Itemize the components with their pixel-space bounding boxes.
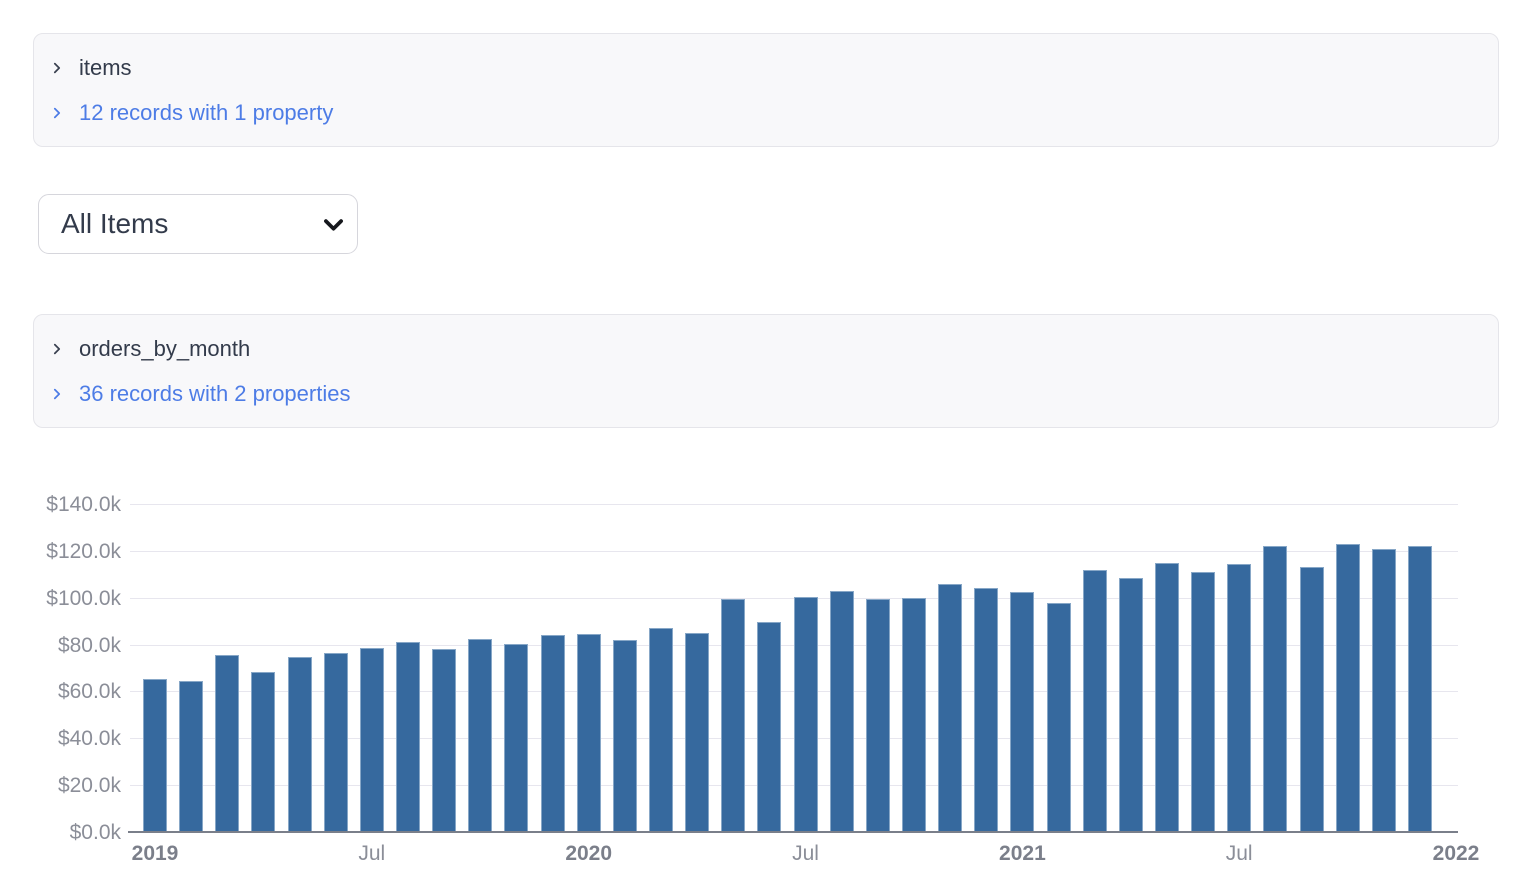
x-axis-tick-label: Jul <box>1225 842 1253 865</box>
y-axis-tick-label: $140.0k <box>46 493 121 516</box>
items-records-link[interactable]: 12 records with 1 property <box>34 90 1498 135</box>
bar-2020-11[interactable] <box>938 584 963 832</box>
items-panel-title: items <box>79 55 132 80</box>
chevron-right-icon <box>50 387 64 401</box>
x-axis-tick-label: 2019 <box>131 842 179 865</box>
bar-2019-03[interactable] <box>215 654 240 832</box>
bar-2019-11[interactable] <box>504 644 529 832</box>
gridline <box>130 550 1458 552</box>
bar-2020-08[interactable] <box>829 590 854 832</box>
x-axis-tick-label: 2020 <box>565 842 613 865</box>
bar-2020-12[interactable] <box>974 588 999 832</box>
y-axis-tick-label: $120.0k <box>46 539 121 563</box>
y-axis-tick-label: $0.0k <box>69 821 121 844</box>
bar-2019-01[interactable] <box>143 678 167 832</box>
items-panel: items 12 records with 1 property <box>33 33 1499 147</box>
orders-panel-header[interactable]: orders_by_month <box>34 326 1498 371</box>
chevron-right-icon <box>50 342 64 356</box>
bar-2021-10[interactable] <box>1335 543 1360 832</box>
items-filter-select[interactable]: All Items <box>38 194 358 254</box>
bar-2019-05[interactable] <box>287 656 312 832</box>
y-axis-tick-label: $100.0k <box>46 586 121 610</box>
bar-2020-10[interactable] <box>901 597 926 832</box>
bar-2019-07[interactable] <box>359 647 384 832</box>
orders-by-month-panel: orders_by_month 36 records with 2 proper… <box>33 314 1499 428</box>
orders-records-label: 36 records with 2 properties <box>79 381 351 406</box>
x-axis-tick-label: 2021 <box>999 842 1046 865</box>
page: items 12 records with 1 property All Ite… <box>0 0 1534 886</box>
bar-2020-03[interactable] <box>649 627 673 832</box>
chevron-right-icon <box>50 106 64 120</box>
bar-2021-03[interactable] <box>1082 569 1107 832</box>
bar-2020-07[interactable] <box>793 597 818 832</box>
bar-2019-09[interactable] <box>432 648 457 832</box>
x-axis-tick-label: Jul <box>792 842 819 865</box>
y-axis-tick-label: $40.0k <box>57 727 121 751</box>
bar-2019-02[interactable] <box>179 680 204 832</box>
bar-2020-09[interactable] <box>865 599 890 832</box>
bar-2020-01[interactable] <box>576 634 601 832</box>
x-axis-tick-label: Jul <box>358 842 386 865</box>
gridline <box>130 504 1458 505</box>
y-axis-tick-label: $20.0k <box>57 774 121 798</box>
bar-2019-10[interactable] <box>468 638 493 832</box>
bar-2020-05[interactable] <box>721 598 746 832</box>
bar-2019-06[interactable] <box>323 652 348 832</box>
bar-2020-02[interactable] <box>612 640 637 832</box>
chevron-right-icon <box>50 61 64 75</box>
bar-2021-06[interactable] <box>1191 571 1216 832</box>
bar-2020-06[interactable] <box>757 621 782 832</box>
bar-2019-04[interactable] <box>251 671 276 832</box>
orders-bar-chart: $0.0k $20.0k $40.0k $60.0k $80.0k $100.0k $120… <box>33 474 1499 886</box>
items-filter-selected-value: All Items <box>61 208 169 239</box>
bar-2021-08[interactable] <box>1263 545 1288 832</box>
bar-2021-01[interactable] <box>1010 591 1035 832</box>
bar-2019-12[interactable] <box>540 635 565 832</box>
bar-2021-05[interactable] <box>1154 562 1179 832</box>
orders-panel-title: orders_by_month <box>79 336 251 361</box>
bar-2021-12[interactable] <box>1407 545 1432 832</box>
y-axis-tick-label: $60.0k <box>57 680 121 704</box>
bar-2021-07[interactable] <box>1227 564 1252 832</box>
bar-2021-09[interactable] <box>1299 566 1324 832</box>
y-axis-tick-label: $80.0k <box>57 633 121 657</box>
bar-2021-02[interactable] <box>1046 603 1071 832</box>
items-records-label: 12 records with 1 property <box>79 100 334 125</box>
orders-records-link[interactable]: 36 records with 2 properties <box>34 371 1498 416</box>
items-panel-header[interactable]: items <box>34 45 1498 90</box>
x-axis-line <box>128 831 1458 833</box>
bar-2021-11[interactable] <box>1371 549 1396 832</box>
bar-2021-04[interactable] <box>1118 577 1143 832</box>
chevron-down-icon <box>320 211 347 238</box>
bar-2019-08[interactable] <box>396 641 420 832</box>
bar-2020-04[interactable] <box>685 632 710 832</box>
x-axis-tick-label: 2022 <box>1432 842 1480 865</box>
